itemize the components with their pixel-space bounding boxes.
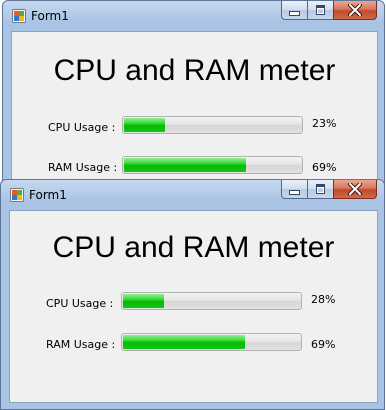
ram-progress-bar xyxy=(121,333,302,351)
minimize-button[interactable] xyxy=(281,180,307,199)
ram-progress-fill xyxy=(124,158,246,172)
caption-buttons xyxy=(281,1,377,20)
window-title: Form1 xyxy=(29,188,67,202)
cpu-percent-value: 28% xyxy=(311,293,336,306)
page-title: CPU and RAM meter xyxy=(53,54,336,87)
minimize-icon xyxy=(289,190,300,195)
close-button[interactable] xyxy=(333,1,377,20)
page-title: CPU and RAM meter xyxy=(52,231,335,264)
cpu-usage-label: CPU Usage : xyxy=(46,297,114,310)
windows-form-icon xyxy=(10,188,24,202)
maximize-button[interactable] xyxy=(307,1,333,20)
close-icon xyxy=(348,4,362,16)
cpu-progress-fill xyxy=(123,294,164,308)
cpu-percent-value: 23% xyxy=(312,117,337,130)
title-bar[interactable]: Form1 xyxy=(3,1,384,31)
ram-progress-bar xyxy=(122,156,303,174)
ram-usage-label: RAM Usage : xyxy=(48,161,118,174)
maximize-button[interactable] xyxy=(307,180,333,199)
cpu-progress-bar xyxy=(122,116,303,134)
maximize-icon xyxy=(316,184,325,194)
ram-progress-fill xyxy=(123,335,245,349)
cpu-progress-bar xyxy=(121,292,302,310)
window-title: Form1 xyxy=(31,9,69,23)
ram-usage-label: RAM Usage : xyxy=(46,338,116,351)
cpu-progress-fill xyxy=(124,118,165,132)
close-icon xyxy=(348,183,362,195)
form-client-area: CPU and RAM meter CPU Usage : 28% RAM Us… xyxy=(9,210,378,403)
ram-percent-value: 69% xyxy=(312,161,337,174)
close-button[interactable] xyxy=(333,180,377,199)
title-bar[interactable]: Form1 xyxy=(1,180,384,210)
maximize-icon xyxy=(316,5,325,15)
minimize-icon xyxy=(289,11,300,16)
cpu-usage-label: CPU Usage : xyxy=(48,121,116,134)
ram-percent-value: 69% xyxy=(311,338,336,351)
form1-window-bottom: Form1 CPU and RAM meter CPU Usage : 28% … xyxy=(0,179,385,410)
caption-buttons xyxy=(281,180,377,199)
windows-form-icon xyxy=(12,9,26,23)
minimize-button[interactable] xyxy=(281,1,307,20)
